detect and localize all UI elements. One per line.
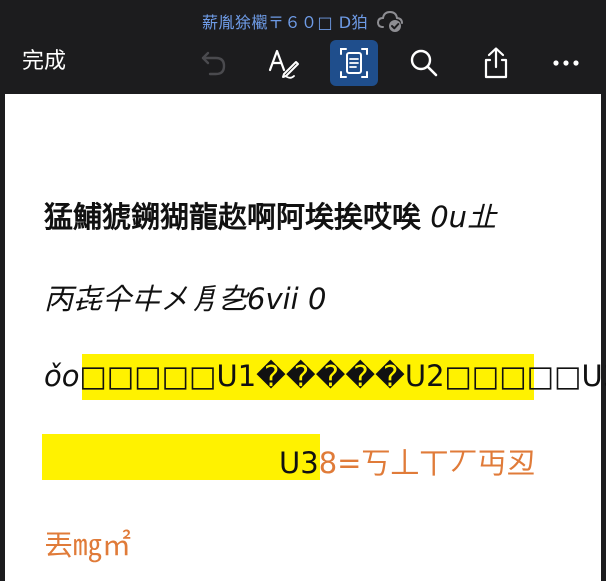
bold-text: 猛鯆猇鎙猢龍赼啊阿埃挨哎唉 [44, 200, 422, 234]
text-line-3: ǒo□□□□□U1�����U2□□□□□U3 [44, 359, 606, 393]
undo-icon [198, 47, 230, 79]
line-4-highlighted-text: U3 [279, 446, 319, 480]
undo-button[interactable] [190, 40, 238, 86]
document-title[interactable]: 薪胤狳欟〒６０□ D狛 [202, 9, 368, 33]
document-title-row: 薪胤狳欟〒６０□ D狛 [0, 6, 606, 36]
cloud-check-icon [376, 9, 404, 33]
document-view-icon [338, 46, 370, 80]
more-button[interactable] [542, 40, 590, 86]
pen-ink-icon [267, 46, 301, 80]
line-3-highlighted-text: □□□□□U1�����U2□□□□□U3 [79, 359, 606, 393]
share-icon [480, 46, 512, 80]
top-toolbar: 薪胤狳欟〒６０□ D狛 完成 [0, 0, 606, 94]
text-line-2: 丙㐂仐㐄㐅㐆㐇6vii 0 [44, 282, 327, 316]
done-button[interactable]: 完成 [22, 44, 66, 80]
text-line-5: 丟㎎㎡ [44, 528, 132, 562]
text-line-1: 猛鯆猇鎙猢龍赼啊阿埃挨哎唉 0u㐀 [44, 194, 496, 236]
document-page[interactable]: 猛鯆猇鎙猢龍赼啊阿埃挨哎唉 0u㐀 丙㐂仐㐄㐅㐆㐇6vii 0 ǒo□□□□□U… [5, 94, 606, 581]
line-4-orange-text: 8=丂丄丅丆丏丒 [318, 446, 536, 480]
italic-text: 0u㐀 [430, 200, 497, 234]
share-button[interactable] [472, 40, 520, 86]
search-icon [408, 47, 440, 79]
ink-button[interactable] [260, 40, 308, 86]
text-line-4: U38=丂丄丅丆丏丒 [279, 440, 535, 482]
search-button[interactable] [400, 40, 448, 86]
more-icon [551, 58, 581, 68]
document-view-button[interactable] [330, 40, 378, 86]
line-3-prefix: ǒo [44, 359, 80, 393]
